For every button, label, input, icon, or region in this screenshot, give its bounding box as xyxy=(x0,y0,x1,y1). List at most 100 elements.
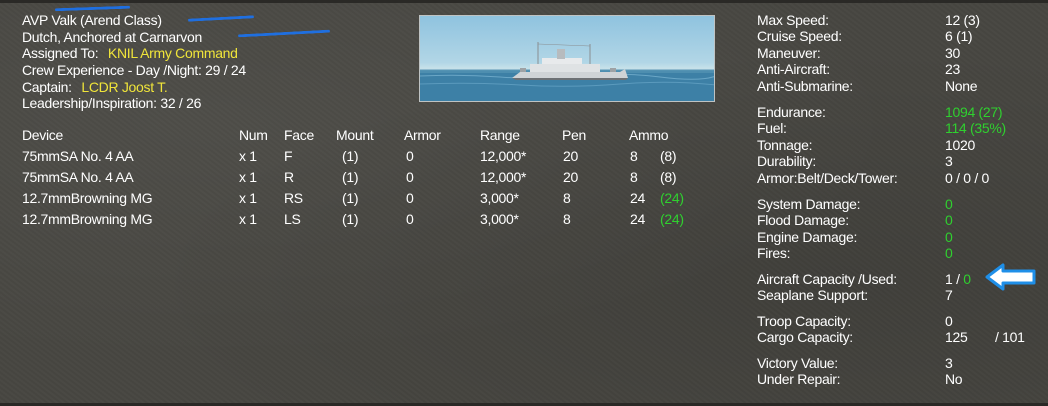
durability-label: Durability: xyxy=(757,153,816,169)
endurance-label: Endurance: xyxy=(757,104,826,120)
left-arrow-icon xyxy=(985,263,1036,291)
weapon-ammo-reserve: (8) xyxy=(660,169,677,185)
weapon-mount: (1) xyxy=(342,190,359,206)
anti-submarine-value: None xyxy=(945,78,978,94)
aircraft-capacity-used: 0 xyxy=(963,271,971,287)
endurance-value: 1094 (27) xyxy=(945,104,1003,120)
aircraft-capacity-cap: 1 xyxy=(945,271,953,287)
crew-experience: Crew Experience - Day /Night: 29 / 24 xyxy=(22,62,246,78)
weapon-num: x 1 xyxy=(239,190,257,206)
weapon-pen: 20 xyxy=(563,148,578,164)
weapon-mount: (1) xyxy=(342,211,359,227)
annotation-scribble xyxy=(237,29,331,38)
weapon-ammo-reserve: (24) xyxy=(660,190,684,206)
cargo-capacity-label: Cargo Capacity: xyxy=(757,329,853,345)
seaplane-support-label: Seaplane Support: xyxy=(757,287,868,303)
weapon-ammo: 24 xyxy=(630,211,645,227)
weapon-face: LS xyxy=(284,211,301,227)
system-damage-value: 0 xyxy=(945,196,953,212)
maneuver-value: 30 xyxy=(945,45,960,61)
weapon-device[interactable]: 75mmSA No. 4 AA xyxy=(22,167,134,188)
under-repair-label: Under Repair: xyxy=(757,371,841,387)
seaplane-support-value: 7 xyxy=(945,287,953,303)
weapon-num: x 1 xyxy=(239,169,257,185)
aircraft-capacity-value: 1 / 0 xyxy=(945,271,971,288)
ship-status: Dutch, Anchored at Carnarvon xyxy=(22,29,202,45)
flood-damage-label: Flood Damage: xyxy=(757,212,849,228)
cruise-speed-label: Cruise Speed: xyxy=(757,28,842,44)
weapon-range: 3,000* xyxy=(480,190,519,206)
annotation-scribble xyxy=(54,5,131,12)
weapon-face: RS xyxy=(284,190,303,206)
weapon-range: 12,000* xyxy=(480,169,527,185)
max-speed-value: 12 (3) xyxy=(945,12,980,28)
fires-label: Fires: xyxy=(757,245,791,261)
weapon-armor: 0 xyxy=(406,148,414,164)
weapon-ammo: 24 xyxy=(630,190,645,206)
cargo-capacity-value: 125 xyxy=(945,329,968,345)
weapon-num: x 1 xyxy=(239,211,257,227)
captain-value[interactable]: LCDR Joost T. xyxy=(81,79,167,95)
col-header-face: Face xyxy=(284,127,314,143)
maneuver-label: Maneuver: xyxy=(757,45,821,61)
fuel-value: 114 (35%) xyxy=(945,120,1006,136)
durability-value: 3 xyxy=(945,153,953,169)
col-header-pen: Pen xyxy=(562,127,587,143)
fires-value: 0 xyxy=(945,245,953,261)
weapon-face: R xyxy=(284,169,294,185)
captain-label: Captain: xyxy=(22,79,72,95)
leadership-inspiration: Leadership/Inspiration: 32 / 26 xyxy=(22,95,202,111)
weapon-num: x 1 xyxy=(239,148,257,164)
weapon-device[interactable]: 12.7mmBrowning MG xyxy=(22,188,153,209)
assigned-to-value[interactable]: KNIL Army Command xyxy=(108,45,238,61)
col-header-num: Num xyxy=(239,127,268,143)
captain-row: Captain: LCDR Joost T. xyxy=(22,79,168,95)
system-damage-label: System Damage: xyxy=(757,196,861,212)
weapon-armor: 0 xyxy=(406,211,414,227)
col-header-device: Device xyxy=(22,127,63,143)
weapon-face: F xyxy=(284,148,293,164)
flood-damage-value: 0 xyxy=(945,212,953,228)
armor-label: Armor:Belt/Deck/Tower: xyxy=(757,170,898,186)
cargo-capacity-value2: / 101 xyxy=(995,329,1025,345)
weapon-pen: 8 xyxy=(563,211,571,227)
anti-submarine-label: Anti-Submarine: xyxy=(757,78,853,94)
weapon-mount: (1) xyxy=(342,148,359,164)
annotation-scribble xyxy=(187,15,255,22)
fuel-label: Fuel: xyxy=(757,120,787,136)
col-header-ammo: Ammo xyxy=(629,127,669,143)
weapon-ammo-reserve: (8) xyxy=(660,148,677,164)
weapon-armor: 0 xyxy=(406,190,414,206)
col-header-mount: Mount xyxy=(336,127,374,143)
weapon-pen: 20 xyxy=(563,169,578,185)
weapon-device[interactable]: 75mmSA No. 4 AA xyxy=(22,146,134,167)
engine-damage-value: 0 xyxy=(945,229,953,245)
max-speed-label: Max Speed: xyxy=(757,12,829,28)
ship-silhouette-icon xyxy=(420,42,714,101)
victory-value-label: Victory Value: xyxy=(757,355,838,371)
engine-damage-label: Engine Damage: xyxy=(757,229,858,245)
weapon-ammo: 8 xyxy=(630,169,638,185)
weapon-ammo: 8 xyxy=(630,148,638,164)
anti-aircraft-label: Anti-Aircraft: xyxy=(757,61,830,77)
tonnage-label: Tonnage: xyxy=(757,137,813,153)
assigned-to-row: Assigned To: KNIL Army Command xyxy=(22,45,238,61)
weapon-armor: 0 xyxy=(406,169,414,185)
col-header-range: Range xyxy=(480,127,520,143)
aircraft-capacity-label: Aircraft Capacity /Used: xyxy=(757,271,897,287)
weapon-mount: (1) xyxy=(342,169,359,185)
under-repair-value: No xyxy=(945,371,963,387)
armor-value: 0 / 0 / 0 xyxy=(945,170,989,186)
weapon-ammo-reserve: (24) xyxy=(660,211,684,227)
weapon-range: 12,000* xyxy=(480,148,527,164)
cruise-speed-value: 6 (1) xyxy=(945,28,973,44)
tonnage-value: 1020 xyxy=(945,137,975,153)
aircraft-capacity-sep: / xyxy=(952,271,964,287)
weapon-pen: 8 xyxy=(563,190,571,206)
troop-capacity-label: Troop Capacity: xyxy=(757,313,851,329)
ship-picture xyxy=(419,15,715,102)
ship-name: AVP Valk (Arend Class) xyxy=(22,12,162,28)
weapon-device[interactable]: 12.7mmBrowning MG xyxy=(22,209,153,230)
col-header-armor: Armor xyxy=(404,127,441,143)
anti-aircraft-value: 23 xyxy=(945,61,960,77)
